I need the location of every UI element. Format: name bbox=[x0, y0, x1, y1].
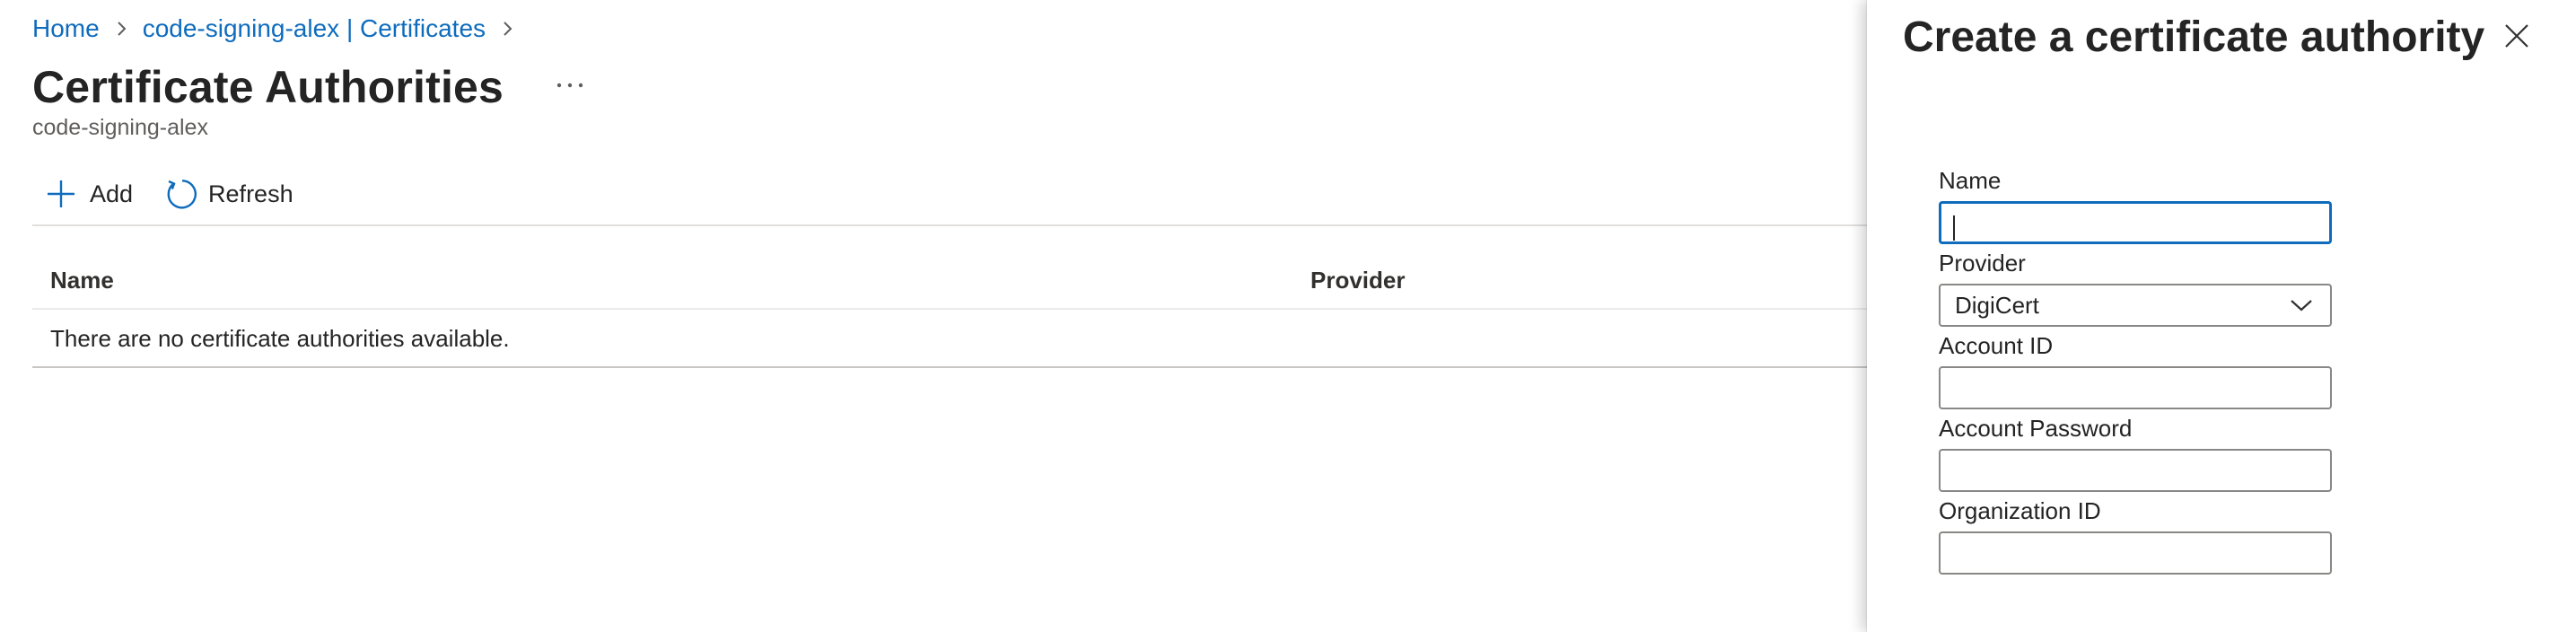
refresh-button-label: Refresh bbox=[208, 180, 294, 207]
account-password-field-label: Account Password bbox=[1939, 415, 2133, 442]
close-icon bbox=[2503, 22, 2530, 54]
organization-id-input[interactable] bbox=[1939, 531, 2332, 575]
chevron-right-icon bbox=[103, 11, 139, 47]
page-title: Certificate Authorities bbox=[32, 62, 504, 112]
toolbar-divider bbox=[32, 224, 1867, 226]
refresh-button[interactable]: Refresh bbox=[151, 171, 304, 217]
breadcrumb-home-link[interactable]: Home bbox=[32, 14, 100, 43]
certificate-authority-form: Name Provider DigiCert Account ID Accoun… bbox=[1939, 165, 2334, 578]
page-subtitle: code-signing-alex bbox=[32, 115, 208, 140]
column-header-name[interactable]: Name bbox=[50, 253, 114, 307]
name-field-group: Name bbox=[1939, 165, 2334, 244]
add-button[interactable]: Add bbox=[32, 171, 144, 217]
provider-selected-value: DigiCert bbox=[1955, 291, 2039, 319]
grid-header: Name Provider bbox=[32, 253, 1867, 307]
breadcrumb: Home code-signing-alex | Certificates bbox=[32, 11, 529, 47]
name-input[interactable] bbox=[1939, 201, 2332, 244]
empty-state-message: There are no certificate authorities ava… bbox=[50, 325, 510, 352]
account-id-input[interactable] bbox=[1939, 366, 2332, 409]
breadcrumb-certificates-link[interactable]: code-signing-alex | Certificates bbox=[143, 14, 486, 43]
account-id-field-group: Account ID bbox=[1939, 330, 2334, 409]
organization-id-field-group: Organization ID bbox=[1939, 496, 2334, 575]
close-button[interactable] bbox=[2497, 18, 2537, 57]
account-id-field-label: Account ID bbox=[1939, 332, 2054, 359]
text-caret bbox=[1953, 215, 1955, 241]
add-button-label: Add bbox=[90, 180, 134, 207]
column-header-provider[interactable]: Provider bbox=[1310, 253, 1406, 307]
grid-header-divider bbox=[32, 308, 1867, 310]
organization-id-field-label: Organization ID bbox=[1939, 497, 2101, 524]
provider-field-label: Provider bbox=[1939, 250, 2026, 276]
chevron-down-icon bbox=[2287, 291, 2316, 320]
refresh-icon bbox=[162, 176, 197, 212]
more-actions-button[interactable] bbox=[543, 60, 597, 114]
name-field-label: Name bbox=[1939, 167, 2002, 194]
plus-icon bbox=[43, 176, 79, 212]
azure-portal-page: Home code-signing-alex | Certificates Ce… bbox=[0, 0, 2576, 632]
main-content: Home code-signing-alex | Certificates Ce… bbox=[0, 0, 1867, 632]
ellipsis-icon bbox=[552, 79, 588, 95]
panel-title: Create a certificate authority bbox=[1903, 13, 2485, 61]
grid-bottom-divider bbox=[32, 366, 1867, 368]
provider-dropdown[interactable]: DigiCert bbox=[1939, 284, 2332, 327]
command-bar: Add Refresh bbox=[32, 171, 304, 217]
title-row: Certificate Authorities bbox=[32, 56, 597, 118]
account-password-input[interactable] bbox=[1939, 449, 2332, 492]
provider-field-group: Provider DigiCert bbox=[1939, 248, 2334, 327]
create-certificate-authority-panel: Create a certificate authority Name Prov… bbox=[1867, 0, 2576, 632]
chevron-right-icon bbox=[489, 11, 525, 47]
account-password-field-group: Account Password bbox=[1939, 413, 2334, 492]
